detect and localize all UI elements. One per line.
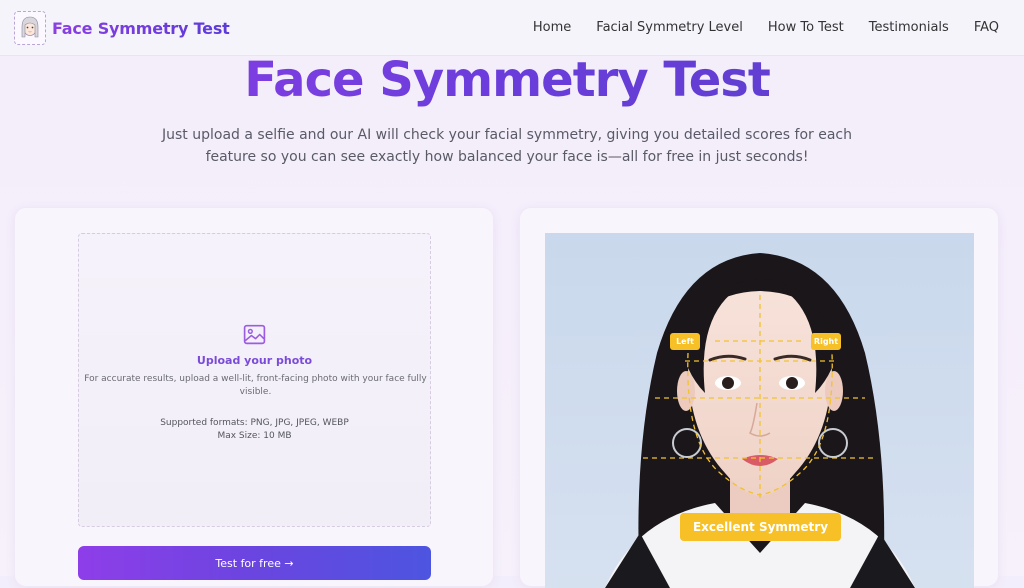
nav-facial-symmetry-level[interactable]: Facial Symmetry Level: [596, 20, 743, 35]
brand-name: Face Symmetry Test: [52, 18, 230, 38]
max-size: Max Size: 10 MB: [217, 431, 292, 441]
face-logo-icon: [14, 11, 46, 45]
nav-how-to-test[interactable]: How To Test: [768, 20, 844, 35]
nav-home[interactable]: Home: [533, 20, 571, 35]
page-title: Face Symmetry Test: [0, 52, 1014, 108]
image-icon: [242, 322, 267, 351]
left-label: Left: [670, 333, 700, 350]
right-label: Right: [811, 333, 841, 350]
nav-testimonials[interactable]: Testimonials: [869, 20, 949, 35]
upload-description: For accurate results, upload a well-lit,…: [84, 374, 427, 397]
symmetry-result-badge: Excellent Symmetry: [680, 513, 841, 541]
test-for-free-button[interactable]: Test for free →: [78, 546, 431, 580]
supported-formats: Supported formats: PNG, JPG, JPEG, WEBP: [160, 418, 349, 428]
upload-card: Upload your photo For accurate results, …: [14, 207, 494, 587]
preview-card: Left Right Excellent Symmetry: [519, 207, 999, 588]
upload-dropzone[interactable]: Upload your photo For accurate results, …: [78, 233, 431, 527]
upload-title: Upload your photo: [196, 354, 313, 367]
nav-faq[interactable]: FAQ: [974, 20, 999, 35]
nav-links: Home Facial Symmetry Level How To Test T…: [508, 20, 999, 35]
top-navbar: Face Symmetry Test Home Facial Symmetry …: [0, 0, 1024, 56]
brand[interactable]: Face Symmetry Test: [14, 11, 230, 45]
hero-subtitle: Just upload a selfie and our AI will che…: [162, 127, 852, 165]
sample-face-photo: Left Right Excellent Symmetry: [545, 233, 974, 588]
